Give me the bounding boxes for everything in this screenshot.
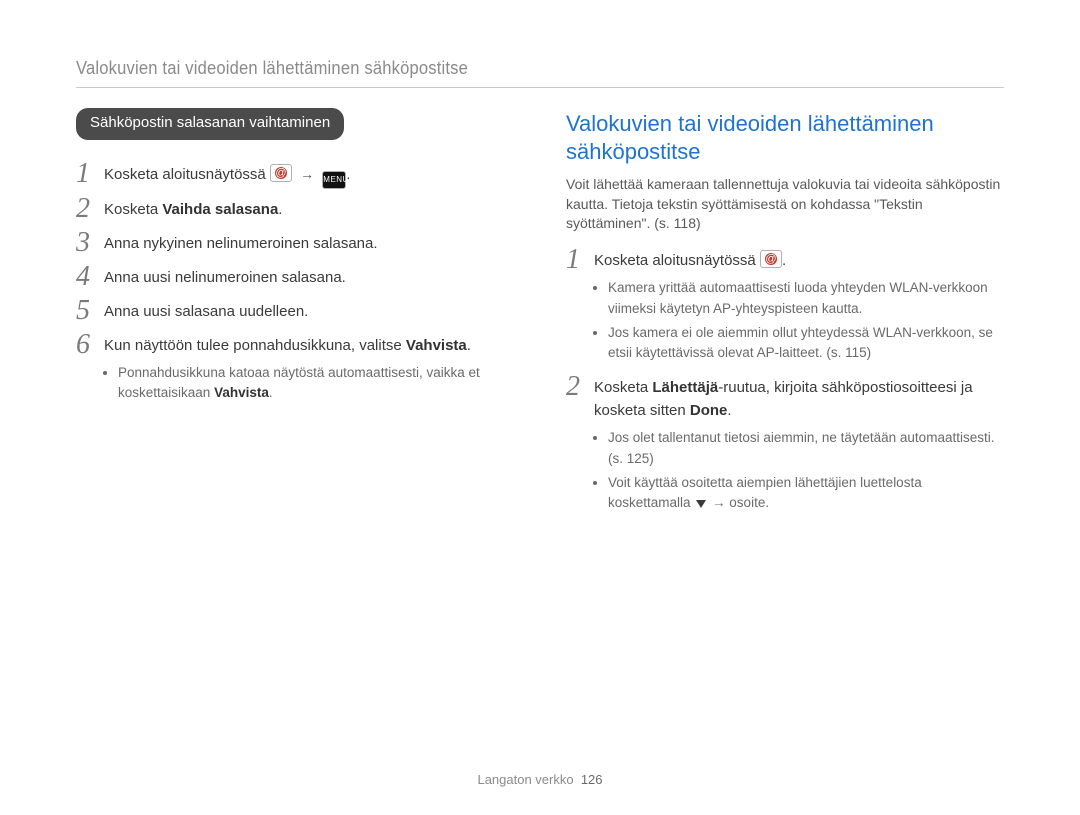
bullet-item: Kamera yrittää automaattisesti luoda yht…	[608, 278, 1004, 319]
step-bold: Lähettäjä	[652, 379, 718, 396]
email-app-icon	[270, 164, 292, 182]
step-number: 1	[566, 246, 594, 274]
right-step-1: 1 Kosketa aloitusnäytössä . Kamera yritt…	[566, 248, 1004, 368]
left-column: Sähköpostin salasanan vaihtaminen 1 Kosk…	[76, 108, 514, 525]
step-number: 1	[76, 160, 104, 188]
page-header-title: Valokuvien tai videoiden lähettäminen sä…	[76, 58, 930, 79]
step-text: Anna uusi salasana uudelleen.	[104, 303, 308, 320]
left-step-2: 2 Kosketa Vaihda salasana.	[76, 197, 514, 223]
step-text-after: .	[727, 402, 731, 419]
step-body: Kosketa Lähettäjä-ruutua, kirjoita sähkö…	[594, 375, 1004, 517]
header-divider	[76, 87, 1004, 88]
step-text: Anna uusi nelinumeroinen salasana.	[104, 269, 346, 286]
sub-bullets: Jos olet tallentanut tietosi aiemmin, ne…	[594, 428, 1004, 513]
step-bold: Vahvista	[406, 337, 467, 354]
email-app-icon	[760, 250, 782, 268]
step-text: Kosketa	[104, 201, 162, 218]
step-text: Kosketa aloitusnäytössä	[104, 166, 270, 183]
step-text-after: .	[782, 252, 786, 269]
step-text: Kosketa aloitusnäytössä	[594, 252, 760, 269]
step-body: Kosketa Vaihda salasana.	[104, 197, 514, 222]
step-body: Kun näyttöön tulee ponnahdusikkuna, vali…	[104, 333, 514, 408]
step-bold2: Done	[690, 402, 728, 419]
step-text-after: .	[278, 201, 282, 218]
left-step-5: 5 Anna uusi salasana uudelleen.	[76, 299, 514, 325]
step-number: 2	[566, 373, 594, 401]
step-text: Anna nykyinen nelinumeroinen salasana.	[104, 235, 378, 252]
left-step-3: 3 Anna nykyinen nelinumeroinen salasana.	[76, 231, 514, 257]
triangle-down-icon	[696, 500, 706, 508]
left-step-6: 6 Kun näyttöön tulee ponnahdusikkuna, va…	[76, 333, 514, 408]
step-body: Kosketa aloitusnäytössä → MENU.	[104, 162, 514, 189]
sub-bullets: Kamera yrittää automaattisesti luoda yht…	[594, 278, 1004, 363]
step-number: 4	[76, 263, 104, 291]
left-step-4: 4 Anna uusi nelinumeroinen salasana.	[76, 265, 514, 291]
subsection-pill: Sähköpostin salasanan vaihtaminen	[76, 108, 344, 140]
step-number: 2	[76, 195, 104, 223]
step-number: 3	[76, 229, 104, 257]
right-column: Valokuvien tai videoiden lähettäminen sä…	[566, 108, 1004, 525]
section-intro: Voit lähettää kameraan tallennettuja val…	[566, 175, 1004, 234]
step-text: Kun näyttöön tulee ponnahdusikkuna, vali…	[104, 337, 406, 354]
step-body: Anna uusi nelinumeroinen salasana.	[104, 265, 514, 290]
step-bold: Vaihda salasana	[162, 201, 278, 218]
left-step-1: 1 Kosketa aloitusnäytössä → MENU.	[76, 162, 514, 189]
footer-page-number: 126	[581, 772, 603, 787]
bullet-item: Ponnahdusikkuna katoaa näytöstä automaat…	[118, 363, 514, 404]
bullet-item: Jos kamera ei ole aiemmin ollut yhteydes…	[608, 323, 1004, 364]
bullet-item: Voit käyttää osoitetta aiempien lähettäj…	[608, 473, 1004, 514]
sub-bullets: Ponnahdusikkuna katoaa näytöstä automaat…	[104, 363, 514, 404]
step-number: 6	[76, 331, 104, 359]
section-title: Valokuvien tai videoiden lähettäminen sä…	[566, 110, 1004, 165]
footer-section: Langaton verkko	[477, 772, 573, 787]
step-body: Kosketa aloitusnäytössä . Kamera yrittää…	[594, 248, 1004, 368]
step-number: 5	[76, 297, 104, 325]
step-text: Kosketa	[594, 379, 652, 396]
menu-icon: MENU	[322, 171, 346, 189]
right-step-2: 2 Kosketa Lähettäjä-ruutua, kirjoita säh…	[566, 375, 1004, 517]
step-body: Anna nykyinen nelinumeroinen salasana.	[104, 231, 514, 256]
step-body: Anna uusi salasana uudelleen.	[104, 299, 514, 324]
bullet-item: Jos olet tallentanut tietosi aiemmin, ne…	[608, 428, 1004, 469]
page-footer: Langaton verkko 126	[0, 772, 1080, 787]
arrow-icon: →	[300, 164, 314, 185]
step-text-after: .	[467, 337, 471, 354]
